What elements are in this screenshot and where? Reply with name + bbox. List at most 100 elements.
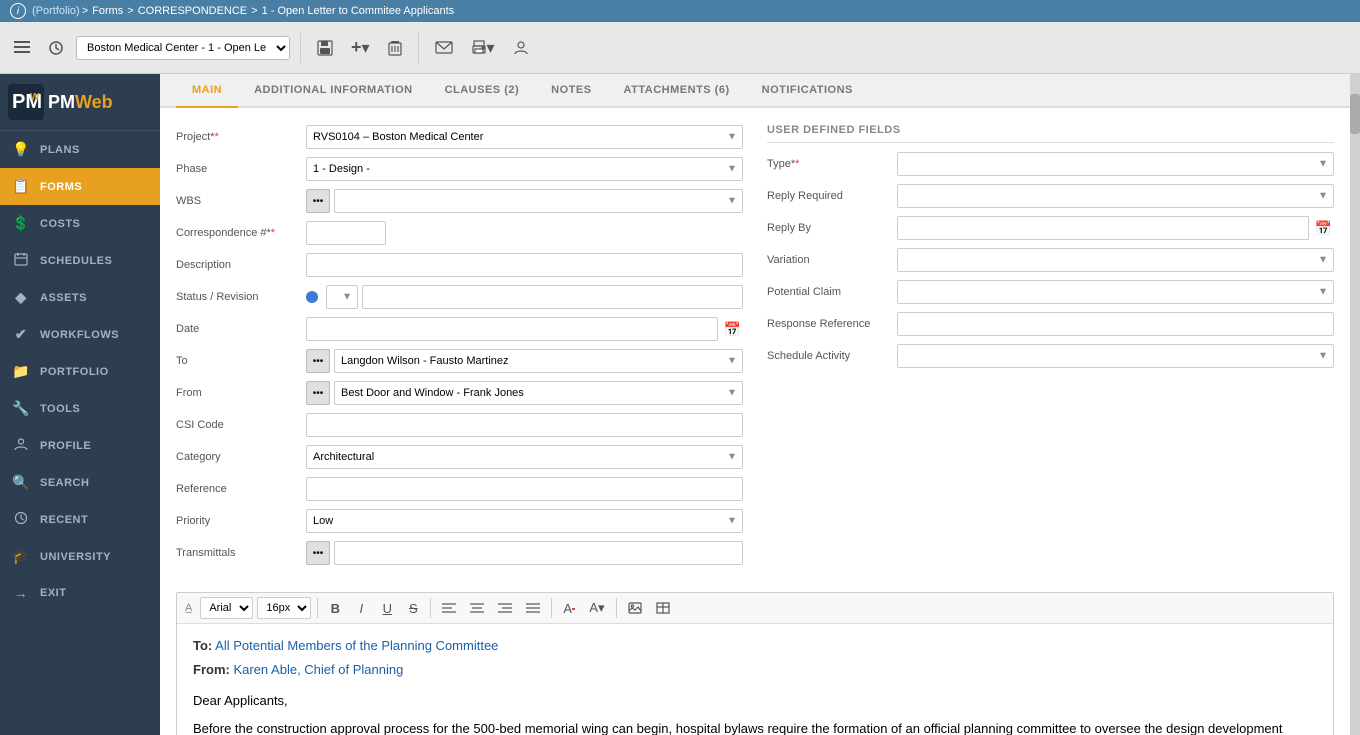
email-button[interactable] (429, 37, 459, 58)
sidebar-item-assets[interactable]: ◆ ASseTS (0, 279, 160, 316)
tab-main[interactable]: MAIN (176, 74, 238, 108)
from-dots-button[interactable]: ••• (306, 381, 330, 405)
phase-select[interactable]: 1 - Design - (306, 157, 743, 181)
breadcrumb-portfolio[interactable]: (Portfolio) (32, 5, 80, 17)
rte-italic-button[interactable]: I (350, 597, 372, 619)
history-button[interactable] (42, 36, 70, 60)
sidebar-item-forms[interactable]: 📋 ForMS (0, 168, 160, 205)
schedules-icon (12, 252, 30, 269)
rte-strikethrough-button[interactable]: S (402, 597, 424, 619)
rte-align-right-button[interactable] (493, 597, 517, 619)
reference-input[interactable] (306, 477, 743, 501)
user-button[interactable] (507, 36, 535, 60)
to-prefix: To: (193, 638, 212, 653)
reply-by-input[interactable] (897, 216, 1309, 240)
sidebar-item-workflows[interactable]: ✔ WORKFLOWS (0, 316, 160, 353)
rte-size-select[interactable]: 16px (257, 597, 311, 619)
date-input[interactable]: 05-Sep-2010 (306, 317, 718, 341)
tab-notifications[interactable]: NOTIFICATIONS (746, 74, 869, 108)
add-button[interactable]: +▾ (345, 33, 376, 62)
rte-font-color-button[interactable]: A (558, 597, 580, 619)
sidebar-item-recent[interactable]: RECENT (0, 501, 160, 538)
wbs-select[interactable] (334, 189, 743, 213)
tab-attachments[interactable]: ATTACHMENTS (6) (608, 74, 746, 108)
variation-field: Variation ▼ (767, 247, 1334, 273)
date-label: Date (176, 323, 306, 335)
sidebar-item-portfolio[interactable]: 📁 PORTFOLIO (0, 353, 160, 390)
variation-label: Variation (767, 254, 897, 266)
project-select[interactable]: RVS0104 – Boston Medical Center (306, 125, 743, 149)
from-prefix: From: (193, 662, 230, 677)
sidebar-item-plans[interactable]: 💡 PLANS (0, 131, 160, 168)
sidebar-item-profile[interactable]: PROFILE (0, 427, 160, 464)
scrollbar[interactable] (1350, 74, 1360, 735)
description-input-wrap: Open Letter to Commitee Applicants (306, 253, 743, 277)
variation-input-wrap: ▼ (897, 248, 1334, 272)
info-icon[interactable]: i (10, 3, 26, 19)
phase-label: Phase (176, 163, 306, 175)
potential-claim-select[interactable] (897, 280, 1334, 304)
rte-divider-1 (317, 598, 318, 618)
rte-justify-button[interactable] (521, 597, 545, 619)
university-icon: 🎓 (12, 548, 30, 565)
csicode-field: CSI Code (176, 412, 743, 438)
print-button[interactable]: ▾ (465, 34, 501, 62)
variation-select[interactable] (897, 248, 1334, 272)
schedule-activity-input-wrap: ▼ (897, 344, 1334, 368)
from-select[interactable]: Best Door and Window - Frank Jones (334, 381, 743, 405)
tabs: MAIN ADDITIONAL INFORMATION CLAUSES (2) … (160, 74, 1350, 108)
record-select[interactable]: Boston Medical Center - 1 - Open Le (77, 37, 289, 59)
description-input[interactable]: Open Letter to Commitee Applicants (306, 253, 743, 277)
transmittals-dots-button[interactable]: ••• (306, 541, 330, 565)
scrollbar-thumb[interactable] (1350, 94, 1360, 134)
calendar-button[interactable]: 📅 (722, 319, 743, 340)
to-dots-button[interactable]: ••• (306, 349, 330, 373)
save-button[interactable] (311, 36, 339, 60)
record-selector[interactable]: Boston Medical Center - 1 - Open Le (76, 36, 290, 60)
type-select[interactable] (897, 152, 1334, 176)
sidebar-item-university[interactable]: 🎓 UNiveRSITY (0, 538, 160, 575)
wbs-dots-button[interactable]: ••• (306, 189, 330, 213)
project-field: Project* RVS0104 – Boston Medical Center… (176, 124, 743, 150)
category-label: Category (176, 451, 306, 463)
list-button[interactable] (8, 37, 36, 59)
category-select[interactable]: Architectural (306, 445, 743, 469)
tab-notes[interactable]: NOTES (535, 74, 607, 108)
form-left: Project* RVS0104 – Boston Medical Center… (176, 124, 743, 572)
sidebar-item-schedules[interactable]: SCHEDULES (0, 242, 160, 279)
schedule-activity-select[interactable] (897, 344, 1334, 368)
rte-content[interactable]: To: All Potential Members of the Plannin… (177, 624, 1333, 735)
rte-highlight-button[interactable]: A▾ (584, 597, 609, 619)
reply-by-calendar[interactable]: 📅 (1313, 218, 1334, 239)
transmittals-input[interactable]: 0 (334, 541, 743, 565)
rte-bold-button[interactable]: B (324, 597, 346, 619)
tab-clauses[interactable]: CLAUSES (2) (429, 74, 536, 108)
correspondence-label: Correspondence #* (176, 227, 306, 239)
rte-align-left-button[interactable] (437, 597, 461, 619)
sidebar-item-search[interactable]: 🔍 SEARCH (0, 464, 160, 501)
rte-table-button[interactable] (651, 597, 675, 619)
sidebar-item-tools[interactable]: 🔧 TOOLS (0, 390, 160, 427)
priority-select[interactable]: Low (306, 509, 743, 533)
csicode-input[interactable] (306, 413, 743, 437)
potential-claim-field: Potential Claim ▼ (767, 279, 1334, 305)
csicode-label: CSI Code (176, 419, 306, 431)
rte-font-select[interactable]: Arial (200, 597, 253, 619)
to-select[interactable]: Langdon Wilson - Fausto Martinez (334, 349, 743, 373)
tab-additional[interactable]: ADDITIONAL INFORMATION (238, 74, 428, 108)
delete-button[interactable] (382, 36, 408, 60)
reply-required-input-wrap: ▼ (897, 184, 1334, 208)
revision-input[interactable]: 0 (362, 285, 743, 309)
description-field: Description Open Letter to Commitee Appl… (176, 252, 743, 278)
wbs-field: WBS ••• ▼ (176, 188, 743, 214)
rte-image-button[interactable] (623, 597, 647, 619)
sidebar-item-costs[interactable]: 💲 COSTS (0, 205, 160, 242)
rte-align-center-button[interactable] (465, 597, 489, 619)
status-select[interactable]: Draft (326, 285, 358, 309)
toolbar-divider-2 (418, 33, 419, 63)
reply-required-select[interactable] (897, 184, 1334, 208)
sidebar-item-exit[interactable]: → EXIT (0, 575, 160, 611)
rte-underline-button[interactable]: U (376, 597, 398, 619)
correspondence-input[interactable]: 1 (306, 221, 386, 245)
response-reference-input[interactable] (897, 312, 1334, 336)
